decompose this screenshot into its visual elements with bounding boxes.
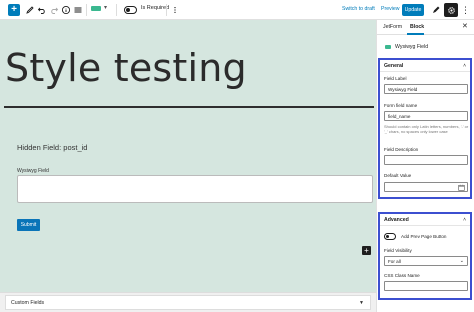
more-options-icon[interactable] (171, 3, 179, 16)
field-description-input[interactable] (384, 155, 468, 165)
toolbar-divider (116, 4, 117, 16)
switch-to-draft-button[interactable]: Switch to draft (342, 6, 375, 12)
field-block-icon (385, 45, 391, 49)
tab-jetform[interactable]: JetForm (383, 24, 402, 30)
field-label-label: Field Label (384, 76, 407, 81)
separator (4, 106, 374, 108)
field-visibility-select[interactable]: For all ⌄ (384, 256, 468, 266)
field-label-input[interactable]: Wysiwyg Field (384, 84, 468, 94)
more-menu-icon[interactable]: ⋮ (461, 3, 470, 17)
submit-button[interactable]: Submit (17, 219, 40, 231)
chevron-down-icon: ⌄ (459, 258, 464, 264)
general-panel-header[interactable]: General ˄ (380, 60, 470, 72)
add-block-button[interactable]: + (8, 4, 20, 16)
redo-icon[interactable] (49, 3, 59, 16)
preview-button[interactable]: Preview (381, 6, 399, 12)
pencil-icon[interactable] (25, 3, 35, 16)
css-class-input[interactable] (384, 281, 468, 291)
advanced-panel-title: Advanced (384, 217, 409, 223)
hidden-field-block[interactable]: Hidden Field: post_id (17, 143, 87, 152)
field-name-value: field_name (388, 113, 411, 119)
field-visibility-value: For all (388, 258, 401, 264)
advanced-panel-header[interactable]: Advanced ˄ (380, 214, 470, 226)
block-name: Wysiwyg Field (395, 44, 429, 50)
list-view-icon[interactable] (73, 3, 83, 16)
block-card: Wysiwyg Field (385, 42, 473, 52)
is-required-toggle[interactable] (124, 6, 137, 14)
info-icon[interactable] (61, 3, 71, 16)
field-name-label: Form field name (384, 103, 418, 108)
chevron-up-icon[interactable]: ˄ (463, 217, 466, 223)
field-block-icon[interactable] (91, 6, 101, 11)
field-description-label: Field Description (384, 147, 419, 152)
custom-fields-label: Custom Fields (11, 299, 45, 306)
page-title[interactable]: Style testing (5, 46, 247, 90)
general-panel: General ˄ Field Label Wysiwyg Field Form… (378, 58, 472, 199)
custom-fields-panel[interactable]: Custom Fields ▼ (5, 295, 371, 310)
metabox-area: Custom Fields ▼ (0, 292, 376, 312)
css-class-label: CSS Class Name (384, 273, 420, 278)
active-tab-indicator (407, 33, 424, 35)
update-button[interactable]: Update (402, 4, 424, 16)
calendar-icon[interactable] (458, 184, 465, 191)
add-prev-page-label: Add Prev Page Button (401, 234, 447, 239)
field-name-help: Should contain only Latin letters, numbe… (384, 124, 469, 134)
close-icon[interactable]: ✕ (462, 22, 468, 30)
add-prev-page-toggle[interactable] (384, 233, 396, 240)
pen-icon[interactable] (430, 4, 442, 16)
wysiwyg-field-label: Wysiwyg Field (17, 168, 49, 174)
sidebar-tabs: JetForm Block ✕ (377, 20, 474, 35)
wysiwyg-field-input[interactable] (17, 175, 373, 203)
settings-gear-icon[interactable] (444, 3, 458, 17)
editor-toolbar: + ▾ Is Required Switch to draft Preview … (0, 0, 474, 20)
undo-icon[interactable] (37, 3, 47, 16)
is-required-label: Is Required (141, 5, 170, 11)
field-name-input[interactable]: field_name (384, 111, 468, 121)
chevron-down-icon[interactable]: ▾ (104, 4, 107, 11)
chevron-up-icon[interactable]: ˄ (463, 63, 466, 69)
default-value-label: Default Value (384, 173, 412, 178)
add-block-inline-button[interactable]: + (362, 246, 371, 255)
general-panel-title: General (384, 63, 404, 69)
toolbar-divider (166, 4, 167, 16)
field-visibility-label: Field Visibility (384, 248, 412, 253)
field-label-value: Wysiwyg Field (388, 86, 418, 92)
editor-canvas: Style testing Hidden Field: post_id Wysi… (0, 20, 376, 292)
advanced-panel: Advanced ˄ Add Prev Page Button Field Vi… (378, 212, 472, 300)
tab-block[interactable]: Block (410, 24, 424, 30)
default-value-input[interactable] (384, 182, 468, 192)
caret-down-icon[interactable]: ▼ (359, 300, 364, 306)
toolbar-divider (86, 4, 87, 16)
